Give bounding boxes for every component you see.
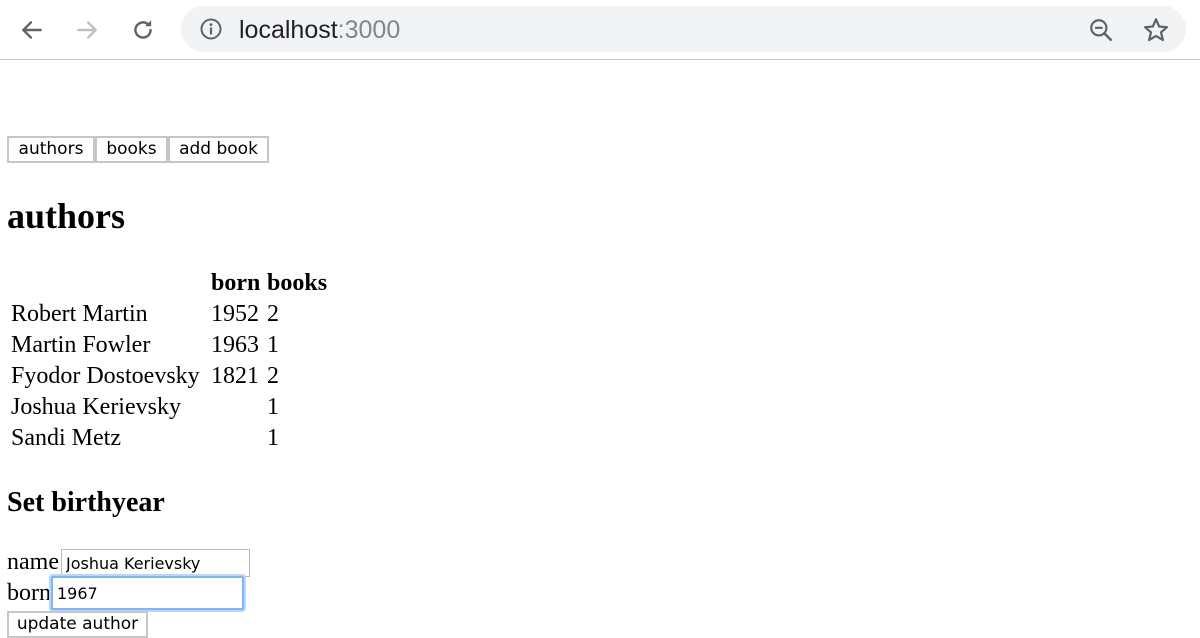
update-author-button[interactable]: update author	[7, 611, 148, 638]
author-born: 1952	[211, 301, 259, 327]
address-bar[interactable]: localhost:3000	[181, 6, 1186, 52]
set-birthyear-title: Set birthyear	[7, 487, 165, 518]
author-name: Joshua Kerievsky	[11, 394, 181, 420]
url-text: localhost:3000	[239, 16, 400, 44]
add-book-button[interactable]: add book	[168, 136, 269, 163]
url-port: :3000	[337, 16, 401, 44]
reload-icon	[134, 20, 152, 39]
author-born: 1821	[211, 363, 259, 389]
author-books: 1	[267, 332, 279, 358]
books-button[interactable]: books	[95, 136, 168, 163]
author-books: 2	[267, 363, 279, 389]
born-input[interactable]	[51, 576, 244, 610]
authors-button[interactable]: authors	[7, 136, 95, 163]
author-books: 1	[267, 425, 279, 451]
name-input[interactable]	[61, 549, 250, 577]
back-arrow-icon	[22, 21, 42, 39]
header-books: books	[267, 270, 328, 296]
reload-button[interactable]	[125, 12, 161, 48]
browser-toolbar: localhost:3000	[0, 0, 1200, 60]
author-name: Robert Martin	[11, 301, 148, 327]
author-name: Fyodor Dostoevsky	[11, 363, 200, 389]
url-host: localhost	[239, 16, 338, 44]
header-born: born	[211, 270, 261, 296]
author-books: 1	[267, 394, 279, 420]
author-name: Sandi Metz	[11, 425, 121, 451]
star-icon[interactable]	[1142, 16, 1170, 44]
author-name: Martin Fowler	[11, 332, 151, 358]
back-button[interactable]	[14, 12, 50, 48]
forward-button[interactable]	[69, 12, 105, 48]
author-books: 2	[267, 301, 279, 327]
zoom-out-icon[interactable]	[1088, 17, 1114, 43]
info-icon[interactable]	[199, 17, 223, 41]
page-title: authors	[7, 196, 126, 236]
forward-arrow-icon	[77, 21, 97, 39]
author-born: 1963	[211, 332, 259, 358]
name-label: name	[7, 549, 59, 575]
